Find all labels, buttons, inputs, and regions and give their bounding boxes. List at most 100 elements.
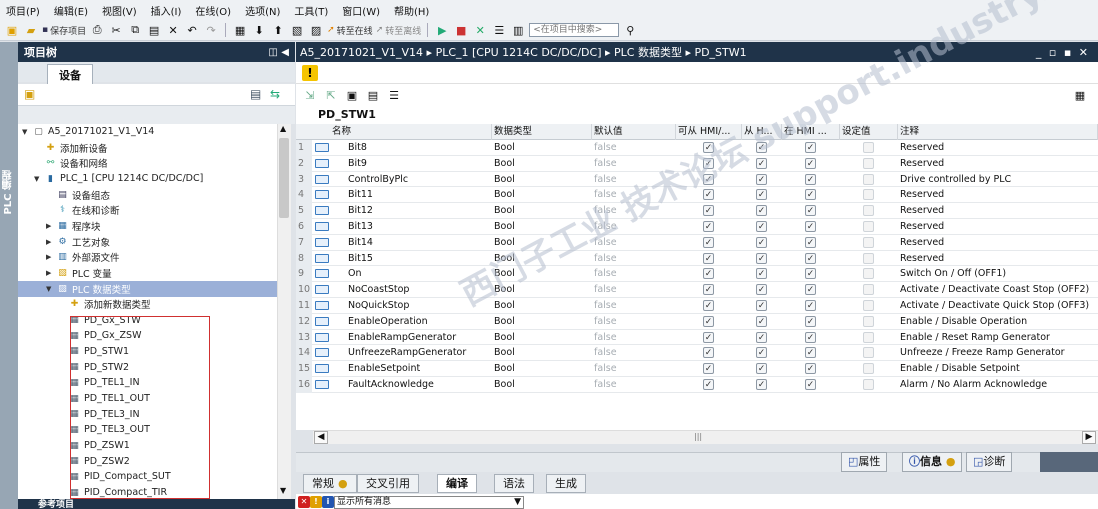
expand-icon[interactable]: ▣	[344, 87, 360, 103]
new-item-icon[interactable]: ▣	[24, 87, 35, 101]
column-header[interactable]: 数据类型	[492, 124, 592, 140]
hmi-checkbox[interactable]: ✓	[756, 363, 767, 375]
list-icon[interactable]: ☰	[386, 87, 402, 103]
comment-cell[interactable]: Enable / Reset Ramp Generator	[898, 330, 1098, 346]
default-value-cell[interactable]: false	[592, 203, 676, 219]
cut-icon[interactable]: ✂	[108, 22, 124, 38]
hmi-checkbox[interactable]: ✓	[703, 331, 714, 343]
tree-item[interactable]: ▤ 设备组态	[18, 187, 277, 203]
name-cell[interactable]: Bit14	[346, 235, 492, 251]
stop-cpu-icon[interactable]: ■	[453, 22, 469, 38]
window-controls-icon[interactable]: _ ▫ ▪ ✕	[1036, 46, 1090, 59]
table-row[interactable]: 11 NoQuickStop Bool false ✓ ✓ ✓ Activate / Deac…	[296, 298, 1098, 314]
row-number[interactable]: 11	[296, 298, 312, 314]
hmi-checkbox[interactable]: ✓	[805, 252, 816, 264]
hmi-checkbox[interactable]: ✓	[805, 157, 816, 169]
setpoint-checkbox[interactable]	[863, 236, 874, 248]
row-number[interactable]: 8	[296, 250, 312, 267]
comment-cell[interactable]: Reserved	[898, 219, 1098, 235]
menu-item[interactable]: 编辑(E)	[54, 3, 88, 18]
info-subtab[interactable]: 语法	[494, 474, 534, 493]
hmi-checkbox[interactable]: ✓	[805, 379, 816, 390]
row-number[interactable]: 9	[296, 266, 312, 283]
name-cell[interactable]: EnableOperation	[346, 314, 492, 330]
table-row[interactable]: 6 Bit13 Bool false ✓ ✓ ✓ Reserved	[296, 219, 1098, 235]
name-cell[interactable]: EnableSetpoint	[346, 361, 492, 377]
expanded-arrow-icon[interactable]: ▼	[34, 175, 44, 183]
tab-info[interactable]: ⓘ信息 ●	[902, 452, 963, 472]
type-cell[interactable]: Bool	[492, 345, 592, 361]
hmi-checkbox[interactable]: ✓	[756, 347, 767, 359]
project-search-input[interactable]	[529, 23, 620, 37]
default-value-cell[interactable]: false	[592, 251, 676, 267]
tree-item[interactable]: ▼ ▮ PLC_1 [CPU 1214C DC/DC/DC]	[18, 171, 277, 187]
setpoint-checkbox[interactable]	[863, 142, 874, 153]
cross-reference-icon[interactable]: ✕	[472, 22, 488, 38]
collapsed-arrow-icon[interactable]: ▶	[46, 238, 56, 246]
hmi-checkbox[interactable]: ✓	[756, 205, 767, 217]
info-subtab[interactable]: 编译	[437, 474, 477, 493]
warning-icon[interactable]: !	[302, 65, 318, 81]
comment-cell[interactable]: Enable / Disable Operation	[898, 314, 1098, 330]
tree-item[interactable]: ▼ ▢ A5_20171021_V1_V14	[18, 124, 277, 140]
collapse-icon[interactable]: ▤	[365, 87, 381, 103]
default-value-cell[interactable]: false	[592, 298, 676, 314]
hmi-checkbox[interactable]: ✓	[805, 347, 816, 359]
row-number[interactable]: 1	[296, 140, 312, 156]
row-number[interactable]: 12	[296, 313, 312, 330]
hmi-checkbox[interactable]: ✓	[756, 300, 767, 311]
horizontal-scrollbar[interactable]	[313, 430, 1098, 444]
name-cell[interactable]: On	[346, 266, 492, 282]
paste-icon[interactable]: ▤	[146, 22, 162, 38]
setpoint-checkbox[interactable]	[863, 221, 874, 232]
scroll-grip-icon[interactable]: |||	[694, 432, 702, 441]
tree-item[interactable]: ✚ 添加新数据类型	[18, 297, 277, 313]
insert-row-icon[interactable]: ⇲	[302, 87, 318, 103]
tree-item[interactable]: ✚ 添加新设备	[18, 140, 277, 156]
open-project-icon[interactable]: ▰	[23, 22, 39, 38]
setpoint-checkbox[interactable]	[863, 363, 874, 375]
row-number[interactable]: 3	[296, 171, 312, 188]
name-cell[interactable]: Bit15	[346, 251, 492, 267]
comment-cell[interactable]: Reserved	[898, 203, 1098, 219]
name-cell[interactable]: Bit13	[346, 219, 492, 235]
setpoint-checkbox[interactable]	[863, 347, 874, 359]
default-value-cell[interactable]: false	[592, 377, 676, 393]
download-icon[interactable]: ⬇	[251, 22, 267, 38]
hmi-checkbox[interactable]: ✓	[703, 268, 714, 280]
comment-cell[interactable]: Reserved	[898, 140, 1098, 156]
hmi-checkbox[interactable]: ✓	[703, 315, 714, 327]
table-row[interactable]: 8 Bit15 Bool false ✓ ✓ ✓ Reserved	[296, 250, 1098, 267]
table-row[interactable]: 2 Bit9 Bool false ✓ ✓ ✓ Reserved	[296, 155, 1098, 172]
hmi-checkbox[interactable]: ✓	[703, 221, 714, 232]
overview-icon[interactable]: ▤	[250, 87, 261, 101]
name-cell[interactable]: Bit9	[346, 156, 492, 172]
type-cell[interactable]: Bool	[492, 314, 592, 330]
table-row[interactable]: 9 On Bool false ✓ ✓ ✓ Switch On / Off (OFF1)	[296, 266, 1098, 283]
comment-cell[interactable]: Switch On / Off (OFF1)	[898, 266, 1098, 282]
default-value-cell[interactable]: false	[592, 235, 676, 251]
table-row[interactable]: 1 Bit8 Bool false ✓ ✓ ✓ Reserved	[296, 140, 1098, 156]
setpoint-checkbox[interactable]	[863, 189, 874, 201]
go-online-button[interactable]: ➚ 转至在线	[327, 24, 373, 37]
upload-icon[interactable]: ⬆	[270, 22, 286, 38]
default-value-cell[interactable]: false	[592, 219, 676, 235]
hmi-checkbox[interactable]: ✓	[703, 173, 714, 185]
menu-item[interactable]: 插入(I)	[151, 3, 182, 18]
hmi-checkbox[interactable]: ✓	[756, 379, 767, 390]
name-cell[interactable]: NoCoastStop	[346, 282, 492, 298]
tree-item[interactable]: ▶ ▦ 程序块	[18, 218, 277, 234]
simulation-icon[interactable]: ▧	[289, 22, 305, 38]
type-cell[interactable]: Bool	[492, 219, 592, 235]
add-row-icon[interactable]: ⇱	[323, 87, 339, 103]
default-value-cell[interactable]: false	[592, 172, 676, 188]
info-subtab[interactable]: 常规 ●	[303, 474, 357, 493]
name-cell[interactable]: Bit11	[346, 187, 492, 203]
info-subtab[interactable]: 生成	[546, 474, 586, 493]
hmi-checkbox[interactable]: ✓	[703, 236, 714, 248]
hmi-checkbox[interactable]: ✓	[805, 205, 816, 217]
default-value-cell[interactable]: false	[592, 156, 676, 172]
tree-item[interactable]: ▼ ▨ PLC 数据类型	[18, 280, 277, 297]
row-number[interactable]: 7	[296, 234, 312, 251]
accessible-devices-icon[interactable]: ▨	[308, 22, 324, 38]
